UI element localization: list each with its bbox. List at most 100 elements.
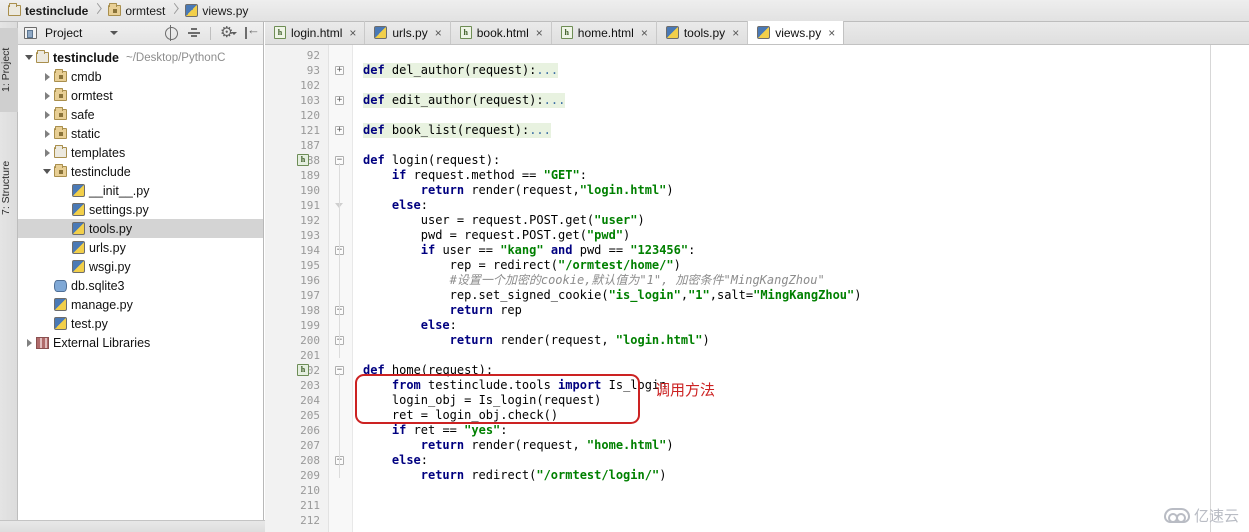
code-line[interactable]: return redirect("/ormtest/login/") [421,468,667,483]
code-line[interactable]: if request.method == "GET": [392,168,587,183]
tree-twisty-closed-icon[interactable] [42,105,54,124]
tree-item-testinclude[interactable]: testinclude ~/Desktop/PythonC [18,48,263,67]
line-number: 103 [300,94,320,107]
close-icon[interactable]: × [732,26,739,40]
tree-twisty-open-icon[interactable] [24,48,36,67]
editor-tab-tools-py[interactable]: tools.py × [657,21,749,44]
code-line[interactable]: def edit_author(request):... [363,93,566,108]
close-icon[interactable]: × [828,26,835,40]
code-token: "1" [688,288,710,302]
tree-twisty-closed-icon[interactable] [42,67,54,86]
line-number: 120 [300,109,320,122]
tree-twisty-closed-icon[interactable] [24,333,36,352]
tree-item-tools-py[interactable]: tools.py [18,219,263,238]
fold-expand-icon[interactable]: + [335,126,344,135]
tree-item-static[interactable]: static [18,124,263,143]
editor-tab-home-html[interactable]: h home.html × [552,21,657,44]
code-editor[interactable]: 92 93 102 103 120 121 187 188 h 189 190 191 192 193 19… [265,45,1249,532]
locate-icon[interactable] [164,25,178,41]
code-token: "yes" [464,423,501,437]
tree-twisty-closed-icon[interactable] [42,143,54,162]
python-file-icon [72,203,85,216]
project-tree: testinclude ~/Desktop/PythonC cmdb ormtest s… [18,45,263,352]
code-line[interactable]: else: [421,318,457,333]
tree-item-label: static [71,126,101,141]
fold-expand-icon[interactable]: + [335,96,344,105]
template-usage-icon[interactable]: h [297,154,309,166]
code-line[interactable]: def login(request): [363,153,500,168]
close-icon[interactable]: × [641,26,648,40]
code-line[interactable]: ret = login_obj.check() [392,408,558,423]
tree-item-templates[interactable]: templates [18,143,263,162]
tree-item-db-sqlite3[interactable]: db.sqlite3 [18,276,263,295]
editor-tab-book-html[interactable]: h book.html × [451,21,552,44]
collapse-all-icon[interactable] [187,26,201,40]
code-line[interactable]: pwd = request.POST.get("pwd") [421,228,631,243]
code-token: ) [659,468,667,482]
editor-code-area[interactable]: def del_author(request):...def edit_auth… [353,45,1249,532]
code-line[interactable]: rep.set_signed_cookie("is_login","1",sal… [450,288,862,303]
code-line[interactable]: def book_list(request):... [363,123,551,138]
breadcrumb-item-views-py[interactable]: views.py [183,0,250,22]
chevron-down-icon[interactable] [110,31,119,35]
code-line[interactable]: from testinclude.tools import Is_login [392,378,667,393]
tree-item-settings-py[interactable]: settings.py [18,200,263,219]
code-token: return [449,303,501,317]
toolwindow-tab-project[interactable]: 1: Project [0,28,18,112]
template-usage-icon[interactable]: h [297,364,309,376]
toolwindow-tab-structure[interactable]: 7: Structure [0,142,18,234]
python-file-icon [72,241,85,254]
editor-tab-urls-py[interactable]: urls.py × [365,21,451,44]
tree-item-ormtest[interactable]: ormtest [18,86,263,105]
code-token: render(request, [471,438,587,452]
tree-item-cmdb[interactable]: cmdb [18,67,263,86]
code-token: ... [536,63,559,77]
code-line[interactable]: return render(request, "home.html") [421,438,674,453]
hide-icon[interactable] [243,22,260,40]
tree-twisty-closed-icon[interactable] [42,86,54,105]
code-line[interactable]: return render(request,"login.html") [421,183,674,198]
code-token: return [449,333,501,347]
fold-expand-icon[interactable]: + [335,66,344,75]
close-icon[interactable]: × [536,26,543,40]
gear-icon[interactable] [220,23,237,41]
tree-item-wsgi-py[interactable]: wsgi.py [18,257,263,276]
tree-item-__init__-py[interactable]: __init__.py [18,181,263,200]
tree-item-safe[interactable]: safe [18,105,263,124]
tree-twisty-closed-icon[interactable] [42,124,54,143]
code-line[interactable]: def del_author(request):... [363,63,559,78]
tree-item-label: templates [71,145,126,160]
breadcrumb-item-testinclude[interactable]: testinclude [6,0,90,22]
code-token: def [363,153,392,167]
breadcrumb-item-ormtest[interactable]: ormtest [106,0,167,22]
code-token: : [688,243,696,257]
close-icon[interactable]: × [349,26,356,40]
tree-item-external-libraries[interactable]: External Libraries [18,333,263,352]
pycharm-window: testinclude ormtest views.py 1: Project 7:… [0,0,1249,532]
code-line[interactable]: if user == "kang" and pwd == "123456": [421,243,696,258]
code-line[interactable]: return rep [450,303,522,318]
code-line[interactable]: login_obj = Is_login(request) [392,393,602,408]
code-line[interactable]: rep = redirect("/ormtest/home/") [450,258,681,273]
tree-item-manage-py[interactable]: manage.py [18,295,263,314]
code-line[interactable]: else: [392,453,428,468]
editor-tab-views-py[interactable]: views.py × [748,21,845,44]
code-line[interactable]: else: [392,198,428,213]
code-line[interactable]: #设置一个加密的cookie,默认值为"1", 加密条件"MingKangZho… [450,273,825,288]
code-line[interactable]: return render(request, "login.html") [450,333,710,348]
tree-item-testinclude[interactable]: testinclude [18,162,263,181]
code-line[interactable]: if ret == "yes": [392,423,508,438]
tree-item-test-py[interactable]: test.py [18,314,263,333]
code-token: def [363,363,392,377]
close-icon[interactable]: × [435,26,442,40]
tree-item-label: db.sqlite3 [71,278,125,293]
code-line[interactable]: def home(request): [363,363,493,378]
editor-tab-login-html[interactable]: h login.html × [265,21,366,44]
editor-tab-label: home.html [577,25,634,40]
tree-twisty-open-icon[interactable] [42,162,54,181]
code-line[interactable]: user = request.POST.get("user") [421,213,645,228]
code-token: if [391,423,414,437]
tree-item-urls-py[interactable]: urls.py [18,238,263,257]
